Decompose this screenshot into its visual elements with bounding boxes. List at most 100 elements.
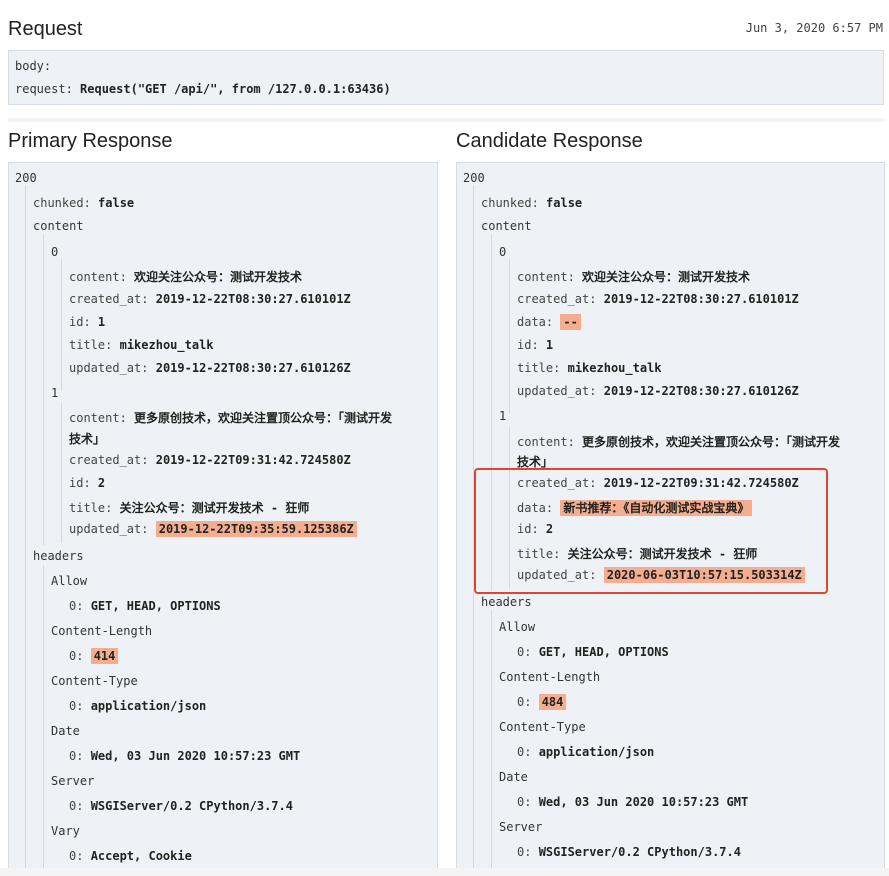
candidate-item0-updated-at: updated_at: 2019-12-22T08:30:27.610126Z (517, 384, 799, 398)
candidate-date-label[interactable]: Date (499, 770, 528, 784)
field-value: Wed, 03 Jun 2020 10:57:23 GMT (90, 749, 301, 763)
field-value: 更多原创技术，欢迎关注置顶公众号：「测试开发 (582, 435, 841, 449)
field-key: 0: (69, 849, 84, 863)
candidate-item0-id: id: 1 (517, 338, 553, 352)
section-divider (8, 118, 884, 122)
primary-allow-value: 0: GET, HEAD, OPTIONS (69, 599, 221, 613)
primary-item0-id: id: 1 (69, 315, 105, 329)
candidate-content-type-label[interactable]: Content-Type (499, 720, 586, 734)
field-value: mikezhou_talk (119, 338, 214, 352)
primary-chunked-value: false (98, 196, 135, 210)
primary-server-label[interactable]: Server (51, 774, 94, 788)
field-key: content: (69, 411, 127, 425)
candidate-response-title: Candidate Response (456, 130, 643, 152)
tree-guide (509, 259, 510, 414)
field-value: Wed, 03 Jun 2020 10:57:23 GMT (538, 795, 749, 809)
candidate-server-value: 0: WSGIServer/0.2 CPython/3.7.4 (517, 845, 741, 859)
field-key: id: (69, 476, 91, 490)
primary-headers-label[interactable]: headers (33, 549, 84, 563)
request-body-key: body: (15, 59, 52, 73)
field-key: created_at: (69, 453, 149, 467)
field-value: 更多原创技术，欢迎关注置顶公众号：「测试开发 (134, 411, 393, 425)
field-value: WSGIServer/0.2 CPython/3.7.4 (538, 845, 741, 859)
primary-content-type-label[interactable]: Content-Type (51, 674, 138, 688)
candidate-item0-index[interactable]: 0 (499, 245, 506, 259)
primary-item0-created-at: created_at: 2019-12-22T08:30:27.610101Z (69, 292, 351, 306)
primary-allow-label[interactable]: Allow (51, 574, 87, 588)
primary-content-type-value: 0: application/json (69, 699, 206, 713)
field-value: 2019-12-22T08:30:27.610101Z (155, 292, 351, 306)
request-title: Request (8, 18, 83, 40)
diff-highlight: 484 (538, 694, 567, 710)
primary-item0-index[interactable]: 0 (51, 245, 58, 259)
request-body-line: body: (15, 59, 51, 73)
field-key: 0: (69, 799, 84, 813)
field-key: 0: (69, 649, 84, 663)
field-key: 0: (69, 599, 84, 613)
field-key: content: (517, 270, 575, 284)
request-request-line: request: Request("GET /api/", from /127.… (15, 82, 391, 96)
field-key: 0: (517, 645, 532, 659)
field-value: 关注公众号：测试开发技术 - 狂师 (119, 501, 310, 515)
field-value: 1 (545, 338, 554, 352)
field-value: 欢迎关注公众号：测试开发技术 (582, 270, 751, 284)
candidate-content-type-value: 0: application/json (517, 745, 654, 759)
candidate-content-length-label[interactable]: Content-Length (499, 670, 600, 684)
field-key: 0: (69, 749, 84, 763)
primary-item1-created-at: created_at: 2019-12-22T09:31:42.724580Z (69, 453, 351, 467)
field-value: 2019-12-22T08:30:27.610101Z (603, 292, 799, 306)
primary-date-label[interactable]: Date (51, 724, 80, 738)
candidate-chunked: chunked: false (481, 196, 582, 210)
field-value: 2019-12-22T08:30:27.610126Z (155, 361, 351, 375)
request-timestamp: Jun 3, 2020 6:57 PM (745, 21, 883, 35)
field-key: 0: (69, 699, 84, 713)
primary-item1-content-wrap: 技术」 (69, 430, 105, 447)
primary-vary-label[interactable]: Vary (51, 824, 80, 838)
bottom-edge (0, 868, 889, 876)
candidate-status: 200 (463, 171, 485, 185)
field-value: 2019-12-22T09:31:42.724580Z (155, 453, 351, 467)
field-key: created_at: (517, 292, 597, 306)
annotation-highlight-box (474, 468, 828, 594)
field-value: Accept, Cookie (90, 849, 192, 863)
tree-guide (25, 185, 26, 875)
field-key: 0: (517, 845, 532, 859)
diff-highlight: 414 (90, 648, 119, 664)
primary-response-title: Primary Response (8, 130, 173, 152)
request-request-value: Request("GET /api/", from /127.0.0.1:634… (80, 82, 391, 96)
candidate-item1-index[interactable]: 1 (499, 409, 506, 423)
candidate-item0-created-at: created_at: 2019-12-22T08:30:27.610101Z (517, 292, 799, 306)
field-key: 0: (517, 795, 532, 809)
field-value: 2019-12-22T08:30:27.610126Z (603, 384, 799, 398)
field-key: title: (69, 338, 113, 352)
field-key: id: (517, 338, 539, 352)
primary-response-panel[interactable]: 200 chunked: false content 0 content: 欢迎… (8, 162, 438, 876)
candidate-allow-label[interactable]: Allow (499, 620, 535, 634)
primary-content-length-value: 0: 414 (69, 648, 119, 664)
request-box: body: request: Request("GET /api/", from… (8, 50, 884, 105)
field-key: updated_at: (69, 522, 149, 536)
primary-content-label[interactable]: content (33, 219, 84, 233)
field-value: application/json (538, 745, 655, 759)
tree-guide (61, 259, 62, 391)
field-value: 欢迎关注公众号：测试开发技术 (134, 270, 303, 284)
diff-highlight: 2019-12-22T09:35:59.125386Z (155, 521, 357, 537)
candidate-headers-label[interactable]: headers (481, 595, 532, 609)
field-key: updated_at: (69, 361, 149, 375)
tree-guide (61, 403, 62, 543)
candidate-chunked-key: chunked: (481, 196, 539, 210)
candidate-item0-content: content: 欢迎关注公众号：测试开发技术 (517, 268, 750, 285)
candidate-server-label[interactable]: Server (499, 820, 542, 834)
primary-item1-index[interactable]: 1 (51, 386, 58, 400)
field-key: updated_at: (517, 384, 597, 398)
field-value: GET, HEAD, OPTIONS (90, 599, 221, 613)
primary-server-value: 0: WSGIServer/0.2 CPython/3.7.4 (69, 799, 293, 813)
candidate-content-label[interactable]: content (481, 219, 532, 233)
primary-item0-title: title: mikezhou_talk (69, 338, 214, 352)
candidate-item1-content: content: 更多原创技术，欢迎关注置顶公众号：「测试开发 (517, 433, 840, 450)
primary-status: 200 (15, 171, 37, 185)
candidate-chunked-value: false (546, 196, 583, 210)
candidate-item0-title: title: mikezhou_talk (517, 361, 662, 375)
primary-content-length-label[interactable]: Content-Length (51, 624, 152, 638)
field-key: content: (69, 270, 127, 284)
